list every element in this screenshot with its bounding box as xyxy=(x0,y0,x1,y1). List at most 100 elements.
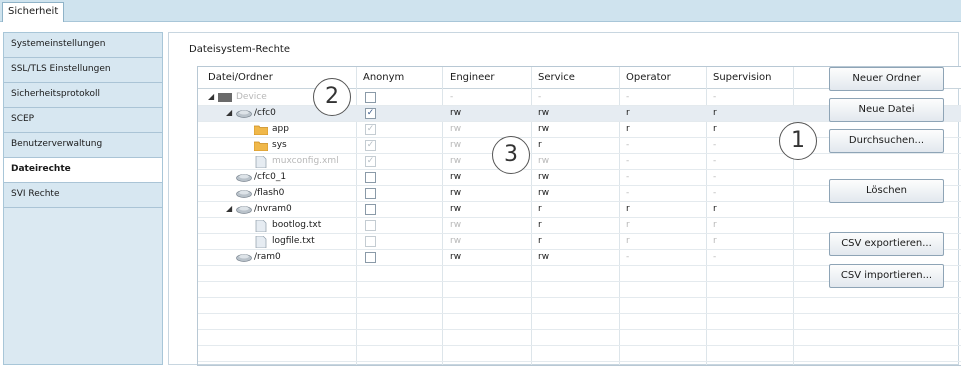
service-permission[interactable]: rw xyxy=(538,172,549,182)
expand-toggle-icon[interactable]: ◢ xyxy=(226,204,232,213)
engineer-permission[interactable]: rw xyxy=(450,156,461,166)
engineer-permission[interactable]: rw xyxy=(450,236,461,246)
supervision-permission[interactable]: - xyxy=(713,92,716,102)
service-permission[interactable]: - xyxy=(538,92,541,102)
operator-permission[interactable]: - xyxy=(626,172,629,182)
csv-import-button[interactable]: CSV importieren... xyxy=(829,264,944,288)
anonym-checkbox[interactable] xyxy=(365,204,376,215)
folder-icon xyxy=(253,124,269,136)
service-permission[interactable]: rw xyxy=(538,124,549,134)
anonym-checkbox[interactable] xyxy=(365,236,376,247)
anonym-checkbox[interactable]: ✓ xyxy=(365,124,376,135)
operator-permission[interactable]: - xyxy=(626,156,629,166)
callout-3: 3 xyxy=(492,136,530,174)
sidebar-item-ssl-tls-einstellungen[interactable]: SSL/TLS Einstellungen xyxy=(4,58,162,83)
anonym-checkbox[interactable] xyxy=(365,92,376,103)
engineer-permission[interactable]: rw xyxy=(450,124,461,134)
anonym-checkbox[interactable]: ✓ xyxy=(365,108,376,119)
new-file-button[interactable]: Neue Datei xyxy=(829,98,944,122)
supervision-permission[interactable]: r xyxy=(713,236,717,246)
row-name: /ram0 xyxy=(254,252,281,262)
row-name: logfile.txt xyxy=(272,236,315,246)
supervision-permission[interactable]: - xyxy=(713,172,716,182)
sidebar-item-systemeinstellungen[interactable]: Systemeinstellungen xyxy=(4,33,162,58)
supervision-permission[interactable]: r xyxy=(713,220,717,230)
empty-row xyxy=(198,330,961,346)
row-name: bootlog.txt xyxy=(272,220,322,230)
operator-permission[interactable]: - xyxy=(626,140,629,150)
row-name: sys xyxy=(272,140,287,150)
service-permission[interactable]: r xyxy=(538,204,542,214)
engineer-permission[interactable]: rw xyxy=(450,252,461,262)
supervision-permission[interactable]: - xyxy=(713,252,716,262)
engineer-permission[interactable]: rw xyxy=(450,204,461,214)
supervision-permission[interactable]: r xyxy=(713,108,717,118)
anonym-checkbox[interactable] xyxy=(365,220,376,231)
column-header-operator[interactable]: Operator xyxy=(626,72,671,83)
file-rights-panel: Dateisystem-Rechte Datei/Ordner Anonym Eng… xyxy=(168,32,961,366)
operator-permission[interactable]: r xyxy=(626,204,630,214)
engineer-permission[interactable]: rw xyxy=(450,140,461,150)
empty-row xyxy=(198,298,961,314)
expand-toggle-icon[interactable]: ◢ xyxy=(208,92,214,101)
row-name: app xyxy=(272,124,289,134)
csv-export-button[interactable]: CSV exportieren... xyxy=(829,232,944,256)
engineer-permission[interactable]: rw xyxy=(450,108,461,118)
column-header-service[interactable]: Service xyxy=(538,72,575,83)
service-permission[interactable]: rw xyxy=(538,108,549,118)
operator-permission[interactable]: - xyxy=(626,252,629,262)
column-header-anonym[interactable]: Anonym xyxy=(363,72,404,83)
expand-toggle-icon[interactable]: ◢ xyxy=(226,108,232,117)
table-row[interactable]: muxconfig.xml ✓ rw rw - - xyxy=(198,154,961,170)
service-permission[interactable]: rw xyxy=(538,252,549,262)
drive-icon xyxy=(236,252,252,263)
file-icon xyxy=(254,219,268,233)
supervision-permission[interactable]: r xyxy=(713,204,717,214)
drive-icon xyxy=(236,188,252,199)
table-row[interactable]: ◢ /nvram0 rw r r r xyxy=(198,202,961,218)
supervision-permission[interactable]: - xyxy=(713,188,716,198)
anonym-checkbox[interactable] xyxy=(365,252,376,263)
engineer-permission[interactable]: - xyxy=(450,92,453,102)
delete-button[interactable]: Löschen xyxy=(829,179,944,203)
column-header-engineer[interactable]: Engineer xyxy=(450,72,495,83)
new-folder-button[interactable]: Neuer Ordner xyxy=(829,67,944,91)
supervision-permission[interactable]: - xyxy=(713,140,716,150)
sidebar-item-scep[interactable]: SCEP xyxy=(4,108,162,133)
device-icon xyxy=(218,92,232,103)
anonym-checkbox[interactable] xyxy=(365,188,376,199)
anonym-checkbox[interactable] xyxy=(365,172,376,183)
row-name: muxconfig.xml xyxy=(272,156,339,166)
browse-button[interactable]: Durchsuchen... xyxy=(829,129,944,153)
column-header-supervision[interactable]: Supervision xyxy=(713,72,771,83)
operator-permission[interactable]: - xyxy=(626,188,629,198)
service-permission[interactable]: r xyxy=(538,220,542,230)
empty-row xyxy=(198,346,961,362)
service-permission[interactable]: r xyxy=(538,236,542,246)
service-permission[interactable]: rw xyxy=(538,188,549,198)
engineer-permission[interactable]: rw xyxy=(450,188,461,198)
supervision-permission[interactable]: - xyxy=(713,156,716,166)
row-name: /flash0 xyxy=(254,188,285,198)
sidebar-item-svi-rechte[interactable]: SVI Rechte xyxy=(4,183,162,208)
supervision-permission[interactable]: r xyxy=(713,124,717,134)
operator-permission[interactable]: r xyxy=(626,108,630,118)
top-bar: Sicherheit xyxy=(0,0,961,22)
service-permission[interactable]: rw xyxy=(538,156,549,166)
row-name: /cfc0 xyxy=(254,108,276,118)
operator-permission[interactable]: r xyxy=(626,220,630,230)
service-permission[interactable]: r xyxy=(538,140,542,150)
engineer-permission[interactable]: rw xyxy=(450,172,461,182)
operator-permission[interactable]: - xyxy=(626,92,629,102)
sidebar-item-dateirechte[interactable]: Dateirechte xyxy=(4,158,162,183)
column-header-datei-ordner[interactable]: Datei/Ordner xyxy=(208,72,273,83)
operator-permission[interactable]: r xyxy=(626,124,630,134)
sidebar-item-benutzerverwaltung[interactable]: Benutzerverwaltung xyxy=(4,133,162,158)
tab-sicherheit[interactable]: Sicherheit xyxy=(2,2,65,22)
anonym-checkbox[interactable]: ✓ xyxy=(365,140,376,151)
operator-permission[interactable]: r xyxy=(626,236,630,246)
sidebar-item-sicherheitsprotokoll[interactable]: Sicherheitsprotokoll xyxy=(4,83,162,108)
engineer-permission[interactable]: rw xyxy=(450,220,461,230)
empty-row xyxy=(198,314,961,330)
anonym-checkbox[interactable]: ✓ xyxy=(365,156,376,167)
